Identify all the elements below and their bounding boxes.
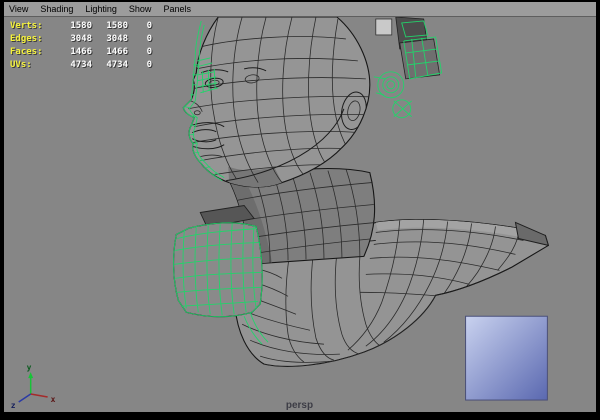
hud-value: 0 bbox=[128, 46, 152, 59]
hud-value: 4734 bbox=[56, 59, 92, 72]
svg-text:x: x bbox=[51, 395, 56, 404]
hud-label: Verts: bbox=[10, 20, 56, 33]
hud-row-verts: Verts: 1580 1580 0 bbox=[10, 20, 152, 33]
hud-row-uvs: UVs: 4734 4734 0 bbox=[10, 59, 152, 72]
menu-lighting[interactable]: Lighting bbox=[85, 4, 117, 14]
hud-value: 3048 bbox=[92, 33, 128, 46]
panel-frame: View Shading Lighting Show Panels Verts:… bbox=[4, 2, 596, 412]
menu-show[interactable]: Show bbox=[129, 4, 152, 14]
wireframe-model: y x z bbox=[4, 17, 596, 412]
hud-label: UVs: bbox=[10, 59, 56, 72]
camera-label: persp bbox=[286, 400, 313, 411]
viewport-canvas[interactable]: Verts: 1580 1580 0 Edges: 3048 3048 0 Fa… bbox=[4, 17, 596, 412]
hud-value: 1580 bbox=[56, 20, 92, 33]
panel-menu-bar: View Shading Lighting Show Panels bbox=[4, 2, 596, 17]
hud-value: 4734 bbox=[92, 59, 128, 72]
hud-row-edges: Edges: 3048 3048 0 bbox=[10, 33, 152, 46]
hud-value: 1466 bbox=[56, 46, 92, 59]
menu-panels[interactable]: Panels bbox=[163, 4, 191, 14]
menu-shading[interactable]: Shading bbox=[40, 4, 73, 14]
svg-text:z: z bbox=[11, 401, 16, 410]
hud-label: Edges: bbox=[10, 33, 56, 46]
hud-label: Faces: bbox=[10, 46, 56, 59]
hud-value: 0 bbox=[128, 59, 152, 72]
poly-count-hud: Verts: 1580 1580 0 Edges: 3048 3048 0 Fa… bbox=[10, 20, 152, 72]
hud-row-faces: Faces: 1466 1466 0 bbox=[10, 46, 152, 59]
hud-value: 0 bbox=[128, 20, 152, 33]
svg-text:y: y bbox=[27, 363, 32, 372]
hud-value: 0 bbox=[128, 33, 152, 46]
hud-value: 1466 bbox=[92, 46, 128, 59]
hud-value: 3048 bbox=[56, 33, 92, 46]
axis-tripod-icon: y x z bbox=[11, 363, 56, 410]
color-swatch bbox=[466, 316, 548, 400]
maya-viewport-window: View Shading Lighting Show Panels Verts:… bbox=[0, 0, 600, 420]
menu-view[interactable]: View bbox=[9, 4, 28, 14]
hud-value: 1580 bbox=[92, 20, 128, 33]
ear-gadget bbox=[374, 17, 442, 118]
